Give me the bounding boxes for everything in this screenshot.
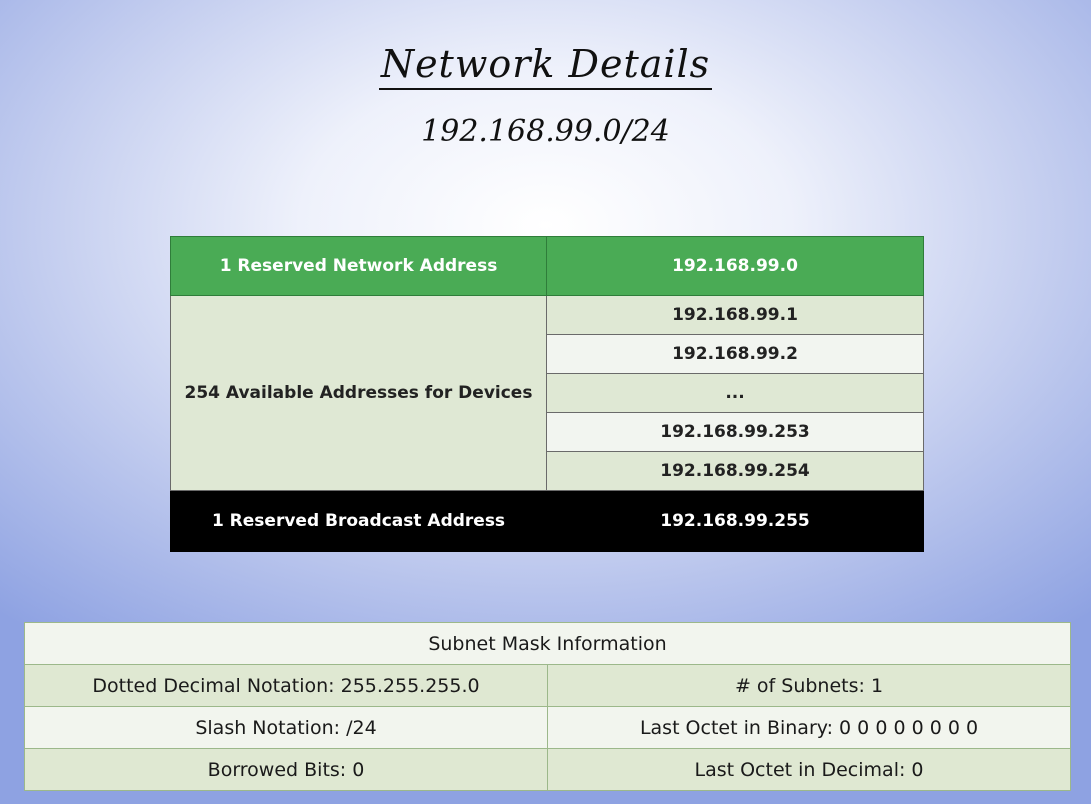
device-address-254: 192.168.99.254 <box>546 451 924 491</box>
device-address-ellipsis: ... <box>546 373 924 413</box>
address-table: 1 Reserved Network Address 192.168.99.0 … <box>170 236 924 552</box>
page-title: Network Details <box>0 42 1091 90</box>
broadcast-address-label: 1 Reserved Broadcast Address <box>170 490 547 552</box>
number-of-subnets: # of Subnets: 1 <box>547 664 1071 707</box>
subnet-mask-header-row: Subnet Mask Information <box>24 622 1071 665</box>
last-octet-binary: Last Octet in Binary: 0 0 0 0 0 0 0 0 <box>547 706 1071 749</box>
available-addresses-label: 254 Available Addresses for Devices <box>170 295 547 491</box>
slash-notation: Slash Notation: /24 <box>24 706 548 749</box>
device-address-row: 254 Available Addresses for Devices 192.… <box>170 295 924 491</box>
dotted-decimal-notation: Dotted Decimal Notation: 255.255.255.0 <box>24 664 548 707</box>
device-address-253: 192.168.99.253 <box>546 412 924 452</box>
broadcast-address-value: 192.168.99.255 <box>546 490 924 552</box>
network-address-row: 1 Reserved Network Address 192.168.99.0 <box>170 236 924 296</box>
page-title-text: Network Details <box>378 42 713 90</box>
device-address-2: 192.168.99.2 <box>546 334 924 374</box>
subnet-mask-row: Slash Notation: /24 Last Octet in Binary… <box>24 706 1071 749</box>
subnet-mask-row: Dotted Decimal Notation: 255.255.255.0 #… <box>24 664 1071 707</box>
subnet-mask-table: Subnet Mask Information Dotted Decimal N… <box>24 622 1071 791</box>
borrowed-bits: Borrowed Bits: 0 <box>24 748 548 791</box>
broadcast-address-row: 1 Reserved Broadcast Address 192.168.99.… <box>170 490 924 552</box>
device-address-1: 192.168.99.1 <box>546 295 924 335</box>
last-octet-decimal: Last Octet in Decimal: 0 <box>547 748 1071 791</box>
network-address-value: 192.168.99.0 <box>546 236 924 296</box>
network-cidr: 192.168.99.0/24 <box>421 114 670 149</box>
network-address-label: 1 Reserved Network Address <box>170 236 547 296</box>
subnet-mask-row: Borrowed Bits: 0 Last Octet in Decimal: … <box>24 748 1071 791</box>
subnet-mask-title: Subnet Mask Information <box>24 622 1071 665</box>
